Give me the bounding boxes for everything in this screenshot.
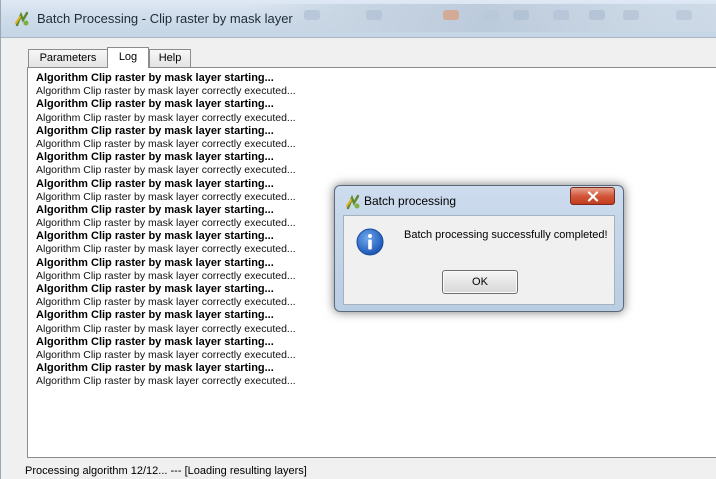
close-icon — [587, 191, 599, 202]
info-icon — [356, 228, 384, 256]
log-line: Algorithm Clip raster by mask layer corr… — [36, 164, 296, 177]
dialog-title: Batch processing — [364, 194, 457, 208]
tab-parameters[interactable]: Parameters — [28, 49, 108, 67]
tab-label: Help — [158, 52, 182, 64]
blurred-background-icon — [443, 10, 459, 20]
log-line: Algorithm Clip raster by mask layer star… — [36, 124, 274, 137]
window-titlebar[interactable]: Batch Processing - Clip raster by mask l… — [1, 0, 716, 38]
log-line: Algorithm Clip raster by mask layer star… — [36, 362, 274, 375]
tab-log[interactable]: Log — [107, 47, 149, 68]
blurred-background-icon — [483, 10, 499, 20]
log-line: Algorithm Clip raster by mask layer corr… — [36, 322, 296, 335]
log-line: Algorithm Clip raster by mask layer corr… — [36, 137, 296, 150]
blurred-background-icon — [676, 10, 692, 20]
status-text: Processing algorithm 12/12... --- [Loadi… — [25, 465, 307, 477]
close-button[interactable] — [570, 187, 615, 205]
log-line: Algorithm Clip raster by mask layer corr… — [36, 375, 296, 388]
dialog-body: Batch processing successfully completed!… — [343, 215, 615, 305]
window-title: Batch Processing - Clip raster by mask l… — [37, 11, 293, 26]
ok-button[interactable]: OK — [442, 270, 518, 294]
blurred-background-icon — [623, 10, 639, 20]
blurred-background-icon — [553, 10, 569, 20]
blurred-background-icon — [589, 10, 605, 20]
dialog-message: Batch processing successfully completed! — [404, 229, 608, 241]
tab-help[interactable]: Help — [149, 49, 191, 67]
qgis-processing-icon — [345, 194, 361, 210]
log-line: Algorithm Clip raster by mask layer corr… — [36, 348, 296, 361]
blurred-background-icon — [304, 10, 320, 20]
blurred-background-icon — [366, 10, 382, 20]
qgis-processing-icon — [14, 11, 30, 27]
log-line: Algorithm Clip raster by mask layer star… — [36, 151, 274, 164]
log-line: Algorithm Clip raster by mask layer star… — [36, 98, 274, 111]
log-line: Algorithm Clip raster by mask layer corr… — [36, 111, 296, 124]
log-line: Algorithm Clip raster by mask layer corr… — [36, 85, 296, 98]
blurred-background-icon — [513, 10, 529, 20]
log-line: Algorithm Clip raster by mask layer star… — [36, 72, 274, 84]
log-line: Algorithm Clip raster by mask layer star… — [36, 335, 274, 348]
tab-label: Parameters — [39, 52, 97, 64]
batch-processing-dialog: Batch processing Batch processing succes… — [334, 185, 624, 312]
tab-label: Log — [118, 51, 138, 63]
